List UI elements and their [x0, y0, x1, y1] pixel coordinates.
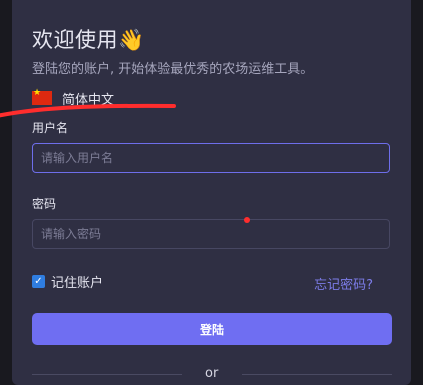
page-title: 欢迎使用👋 [32, 28, 145, 52]
china-flag-icon: ★ [32, 88, 52, 105]
divider-label: or [205, 366, 219, 381]
divider-right [242, 374, 392, 375]
remember-checkbox[interactable]: ✓ [32, 275, 45, 288]
divider-left [32, 374, 182, 375]
annotation-dot [244, 217, 250, 223]
username-label: 用户名 [32, 121, 69, 135]
page-subtitle: 登陆您的账户, 开始体验最优秀的农场运维工具。 [32, 62, 314, 77]
forgot-password-link[interactable]: 忘记密码? [314, 274, 373, 293]
username-input[interactable] [32, 143, 390, 173]
remember-account[interactable]: ✓ 记住账户 [32, 272, 103, 291]
password-input[interactable] [32, 219, 390, 249]
login-button[interactable]: 登陆 [32, 313, 392, 345]
checkmark-icon: ✓ [34, 275, 43, 287]
language-label: 简体中文 [62, 92, 115, 108]
password-label: 密码 [32, 197, 57, 211]
login-card: 欢迎使用👋 登陆您的账户, 开始体验最优秀的农场运维工具。 ★ 简体中文 用户名… [12, 0, 411, 385]
language-selector[interactable]: ★ 简体中文 [32, 88, 114, 108]
remember-label: 记住账户 [51, 276, 104, 291]
